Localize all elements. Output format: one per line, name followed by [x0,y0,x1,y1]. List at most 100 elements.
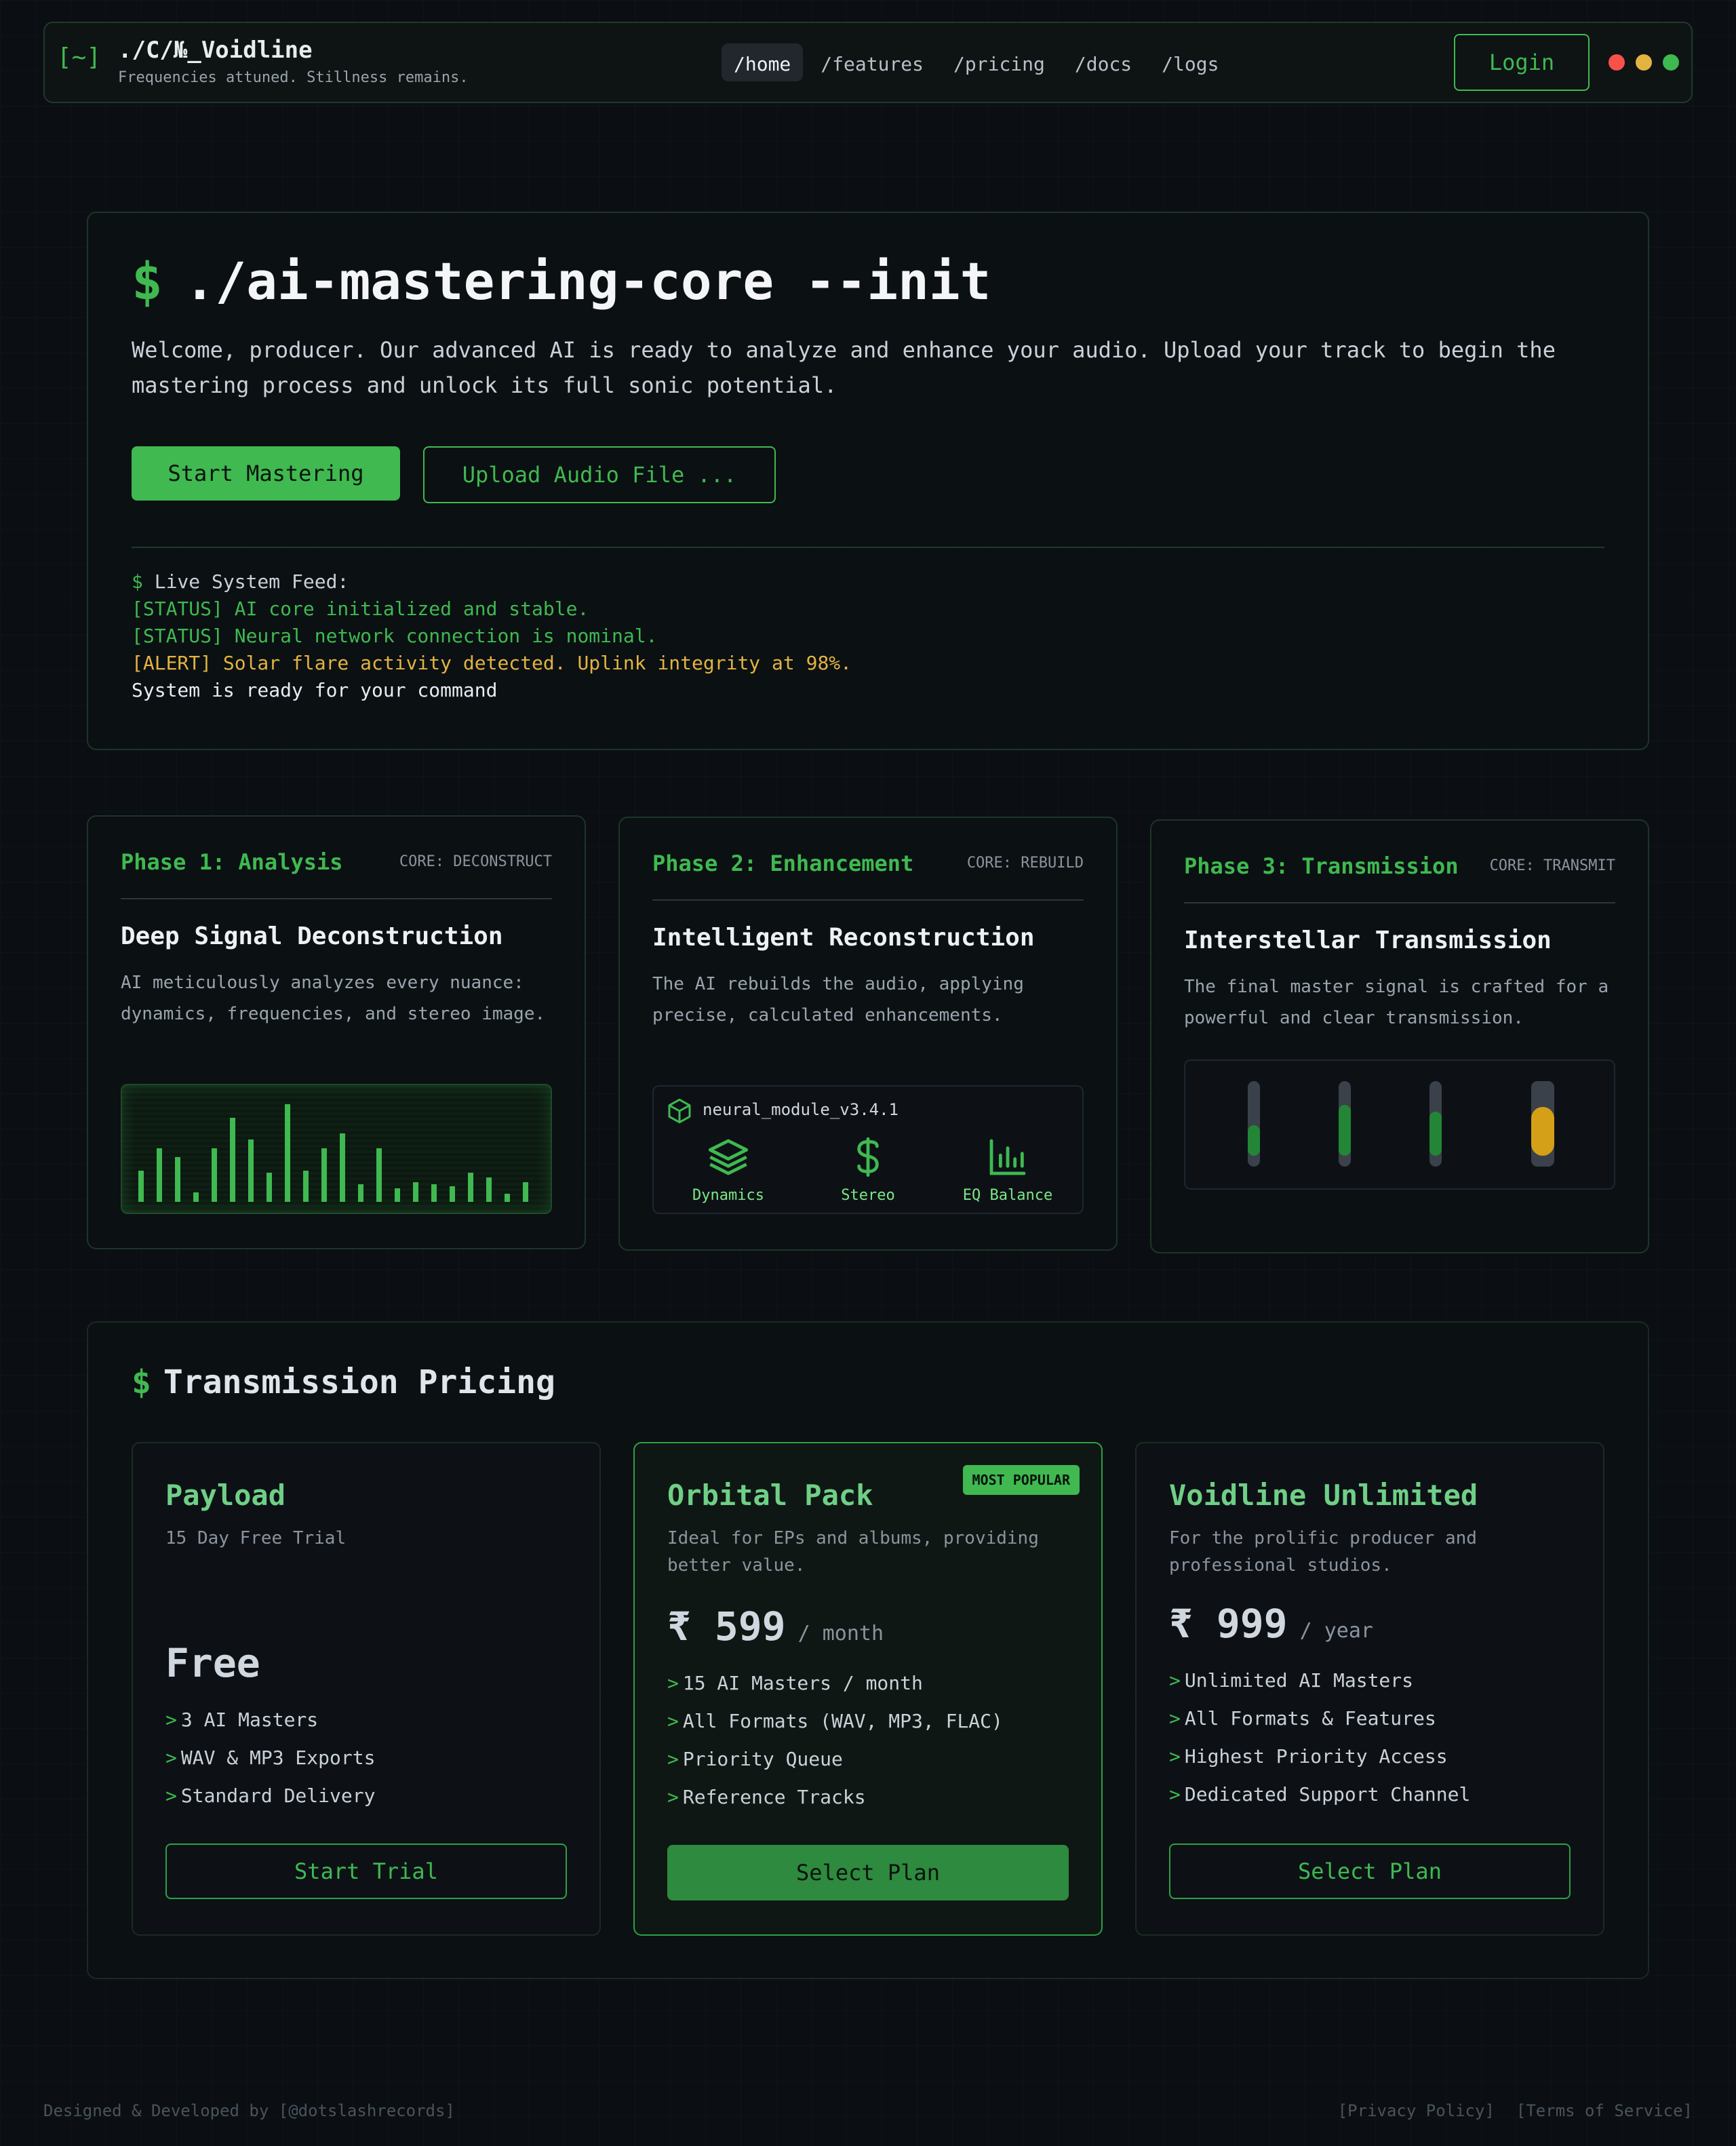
prompt-icon: $ [132,251,163,311]
upload-audio-button[interactable]: Upload Audio File ... [423,446,776,503]
pricing-title-text: Transmission Pricing [163,1363,555,1401]
brand-tagline: Frequencies attuned. Stillness remains. [118,69,469,86]
plan-feature: > Reference Tracks [667,1786,866,1808]
plan-feature: > Highest Priority Access [1169,1745,1448,1768]
plan-subtitle: 15 Day Free Trial [165,1528,347,1548]
cube-icon [666,1097,693,1127]
start-mastering-button[interactable]: Start Mastering [132,446,400,501]
module-label: EQ Balance [962,1187,1053,1204]
nav-link-features[interactable]: /features [808,43,936,81]
logo-icon[interactable]: [~] [57,43,101,71]
module-label: Stereo [841,1187,895,1204]
bar-chart-icon [986,1139,1029,1182]
plan-subtitle: Ideal for EPs and albums, providing bett… [667,1528,1039,1576]
level-meter [1531,1081,1554,1167]
plan-feature: > Priority Queue [667,1748,843,1770]
feed-prompt: $ [132,570,143,593]
system-feed: $ Live System Feed: [STATUS] AI core ini… [132,568,852,704]
feed-alert-line: [ALERT] Solar flare activity detected. U… [132,652,852,674]
price-amount: ₹ 599 [667,1603,786,1650]
phase-divider [1184,902,1615,903]
module-label: Dynamics [692,1187,764,1204]
spectrum-bar [468,1173,473,1202]
pricing-title: $ Transmission Pricing [132,1363,555,1401]
phase-heading: Interstellar Transmission [1184,926,1552,954]
price-amount: Free [165,1640,260,1686]
feed-line: [STATUS] Neural network connection is no… [132,625,658,647]
select-plan-button[interactable]: Select Plan [1169,1843,1571,1899]
phase-card-enhancement: Phase 2: Enhancement CORE: REBUILD Intel… [618,817,1118,1251]
spectrum-bar [303,1171,309,1202]
terms-link[interactable]: [Terms of Service] [1516,2101,1693,2120]
neural-module-panel: neural_module_v3.4.1 Dynamics Stereo EQ … [652,1085,1084,1214]
phase-card-analysis: Phase 1: Analysis CORE: DECONSTRUCT Deep… [87,815,586,1249]
start-trial-button[interactable]: Start Trial [165,1843,567,1899]
module-stereo[interactable]: Stereo [807,1135,929,1204]
nav-link-pricing[interactable]: /pricing [941,43,1057,81]
hero-intro: Welcome, producer. Our advanced AI is re… [132,337,1556,398]
nav-link-home[interactable]: /home [722,43,804,81]
price-period: / month [797,1622,884,1645]
prompt-icon: $ [132,1363,151,1401]
plan-subtitle: For the prolific producer and profession… [1169,1528,1477,1576]
level-meter [1339,1081,1351,1167]
footer-credit[interactable]: Designed & Developed by [@dotslashrecord… [43,2101,455,2120]
module-dynamics[interactable]: Dynamics [667,1135,789,1204]
phase-description: The final master signal is crafted for a… [1184,977,1609,1028]
module-eq-balance[interactable]: EQ Balance [947,1135,1069,1204]
spectrum-visualizer [121,1084,552,1214]
plan-feature: > All Formats (WAV, MP3, FLAC) [667,1710,1003,1732]
spectrum-bar [138,1171,144,1202]
brand-name[interactable]: ./C/№_Voidline [118,37,313,64]
privacy-policy-link[interactable]: [Privacy Policy] [1338,2101,1495,2120]
plan-features: >15 AI Masters / month > All Formats (WAV… [667,1664,1003,1816]
feed-line: [STATUS] AI core initialized and stable. [132,598,589,620]
level-meter [1429,1081,1442,1167]
plan-name: Voidline Unlimited [1169,1479,1478,1512]
spectrum-bar [450,1186,455,1202]
plan-price: ₹ 999 / year [1169,1601,1373,1647]
spectrum-bar [358,1184,363,1202]
meter-fill [1531,1107,1554,1156]
plan-features: >3 AI Masters > WAV & MP3 Exports > Standa… [165,1701,375,1815]
spectrum-bar [212,1148,217,1202]
login-button[interactable]: Login [1454,34,1590,91]
feed-ready-line: System is ready for your command [132,679,498,701]
meter-fill [1429,1112,1442,1156]
spectrum-bar [175,1157,180,1202]
spectrum-bar [157,1148,162,1202]
phase-divider [652,899,1084,901]
meter-fill [1248,1125,1260,1156]
spectrum-bar [431,1184,437,1202]
spectrum-bar [505,1194,510,1202]
plan-feature: >15 AI Masters / month [667,1672,923,1694]
red-dot-icon [1609,54,1625,71]
plan-price: Free [165,1640,260,1686]
spectrum-bar [395,1188,400,1202]
top-nav: [~] ./C/№_Voidline Frequencies attuned. … [43,22,1693,103]
phase-title: Phase 2: Enhancement [652,851,914,876]
spectrum-bar [486,1177,492,1202]
phase-heading: Intelligent Reconstruction [652,924,1035,952]
level-meter [1248,1081,1260,1167]
spectrum-bar [413,1182,418,1202]
phase-core: CORE: TRANSMIT [1489,857,1615,874]
hero-panel: $ ./ai-mastering-core --init Welcome, pro… [87,212,1649,750]
select-plan-button[interactable]: Select Plan [667,1845,1069,1900]
plan-features: > Unlimited AI Masters > All Formats & Fea… [1169,1662,1470,1814]
footer-links: [Privacy Policy] [Terms of Service] [1338,2101,1693,2120]
nav-link-logs[interactable]: /logs [1149,43,1231,81]
plan-name: Orbital Pack [667,1479,873,1512]
nav-link-docs[interactable]: /docs [1063,43,1144,81]
green-dot-icon [1663,54,1679,71]
phase-card-transmission: Phase 3: Transmission CORE: TRANSMIT Int… [1150,819,1649,1253]
plan-card-unlimited: Voidline Unlimited For the prolific prod… [1135,1442,1604,1936]
phase-description: AI meticulously analyzes every nuance: d… [121,973,546,1024]
spectrum-bar [321,1148,327,1202]
phase-description: The AI rebuilds the audio, applying prec… [652,974,1024,1026]
spectrum-bar [376,1148,382,1202]
layers-icon [707,1139,750,1182]
plan-feature: > All Formats & Features [1169,1707,1436,1730]
spectrum-bar [267,1173,272,1202]
spectrum-bar [285,1104,290,1202]
